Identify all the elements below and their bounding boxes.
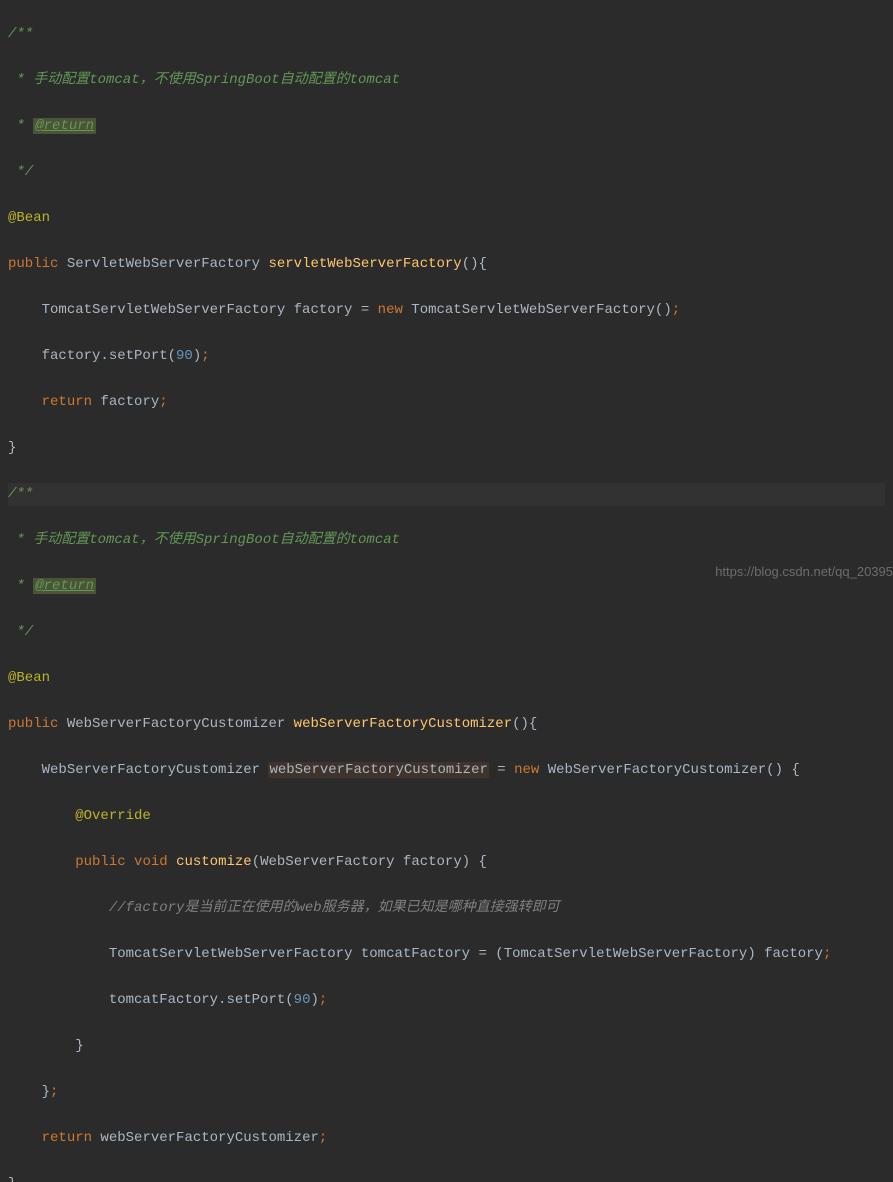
semicolon: ; — [159, 394, 167, 410]
bean-annotation: @Bean — [8, 670, 50, 686]
code-text: ) — [193, 348, 201, 364]
space — [168, 854, 176, 870]
indent — [8, 854, 75, 870]
indent — [8, 992, 109, 1008]
code-text: TomcatServletWebServerFactory factory = — [42, 302, 378, 318]
return-type: WebServerFactoryCustomizer — [58, 716, 293, 732]
javadoc-close: */ — [8, 164, 33, 180]
public-keyword: public — [8, 256, 58, 272]
space — [126, 854, 134, 870]
method-name: webServerFactoryCustomizer — [294, 716, 512, 732]
method-params: (){ — [512, 716, 537, 732]
number-literal: 90 — [176, 348, 193, 364]
bean-annotation: @Bean — [8, 210, 50, 226]
indent — [8, 1038, 75, 1054]
code-editor[interactable]: /** * 手动配置tomcat，不使用SpringBoot自动配置的tomca… — [0, 0, 893, 1182]
semicolon: ; — [672, 302, 680, 318]
variable-highlight: webServerFactoryCustomizer — [268, 762, 488, 778]
indent — [8, 762, 42, 778]
return-keyword: return — [42, 394, 92, 410]
code-text: factory — [92, 394, 159, 410]
code-text: WebServerFactoryCustomizer() { — [539, 762, 799, 778]
line-comment: //factory是当前正在使用的web服务器，如果已知是哪种直接强转即可 — [109, 900, 560, 916]
method-name: customize — [176, 854, 252, 870]
new-keyword: new — [378, 302, 403, 318]
semicolon: ; — [201, 348, 209, 364]
public-keyword: public — [8, 716, 58, 732]
indent — [8, 302, 42, 318]
brace-close: } — [8, 1176, 16, 1182]
void-keyword: void — [134, 854, 168, 870]
number-literal: 90 — [294, 992, 311, 1008]
brace-close: } — [42, 1084, 50, 1100]
method-params: (WebServerFactory factory) { — [252, 854, 487, 870]
code-text: TomcatServletWebServerFactory() — [403, 302, 672, 318]
code-text: TomcatServletWebServerFactory tomcatFact… — [109, 946, 823, 962]
new-keyword: new — [514, 762, 539, 778]
semicolon: ; — [50, 1084, 58, 1100]
method-name: servletWebServerFactory — [268, 256, 461, 272]
javadoc-open: /** — [8, 486, 33, 502]
indent — [8, 808, 75, 824]
javadoc-prefix: * — [8, 118, 33, 134]
return-tag: @return — [33, 118, 96, 134]
javadoc-prefix: * — [8, 578, 33, 594]
indent — [8, 900, 109, 916]
code-text: factory.setPort( — [42, 348, 176, 364]
watermark-text: https://blog.csdn.net/qq_20395 — [715, 560, 893, 583]
code-text: webServerFactoryCustomizer — [92, 1130, 319, 1146]
semicolon: ; — [319, 1130, 327, 1146]
javadoc-close: */ — [8, 624, 33, 640]
return-type: ServletWebServerFactory — [58, 256, 268, 272]
method-params: (){ — [462, 256, 487, 272]
code-text: WebServerFactoryCustomizer — [42, 762, 269, 778]
semicolon: ; — [823, 946, 831, 962]
indent — [8, 1130, 42, 1146]
javadoc-desc: * 手动配置tomcat，不使用SpringBoot自动配置的tomcat — [8, 72, 400, 88]
return-keyword: return — [42, 1130, 92, 1146]
code-text: tomcatFactory.setPort( — [109, 992, 294, 1008]
semicolon: ; — [319, 992, 327, 1008]
code-text: = — [489, 762, 514, 778]
brace-close: } — [8, 440, 16, 456]
public-keyword: public — [75, 854, 125, 870]
code-text: ) — [310, 992, 318, 1008]
return-tag: @return — [33, 578, 96, 594]
indent — [8, 1084, 42, 1100]
override-annotation: @Override — [75, 808, 151, 824]
javadoc-open: /** — [8, 26, 33, 42]
brace-close: } — [75, 1038, 83, 1054]
javadoc-desc: * 手动配置tomcat，不使用SpringBoot自动配置的tomcat — [8, 532, 400, 548]
indent — [8, 946, 109, 962]
indent — [8, 348, 42, 364]
indent — [8, 394, 42, 410]
